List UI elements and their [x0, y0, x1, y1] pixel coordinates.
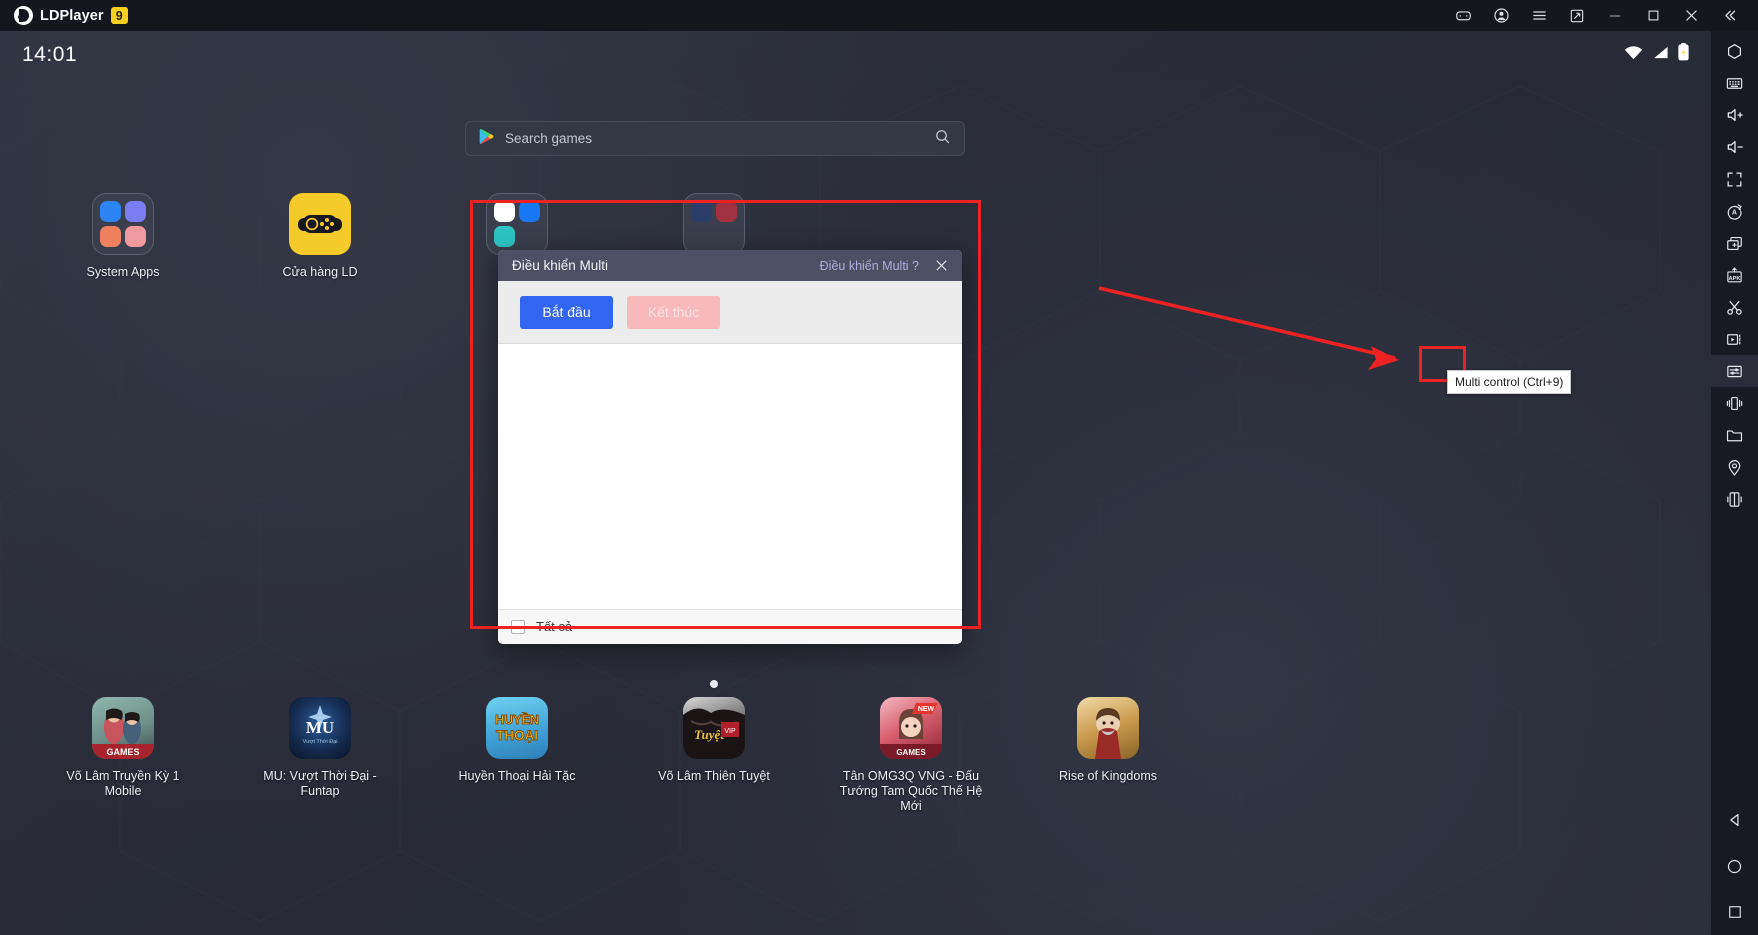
rok-icon — [1077, 697, 1139, 759]
desktop-icon-vltk1[interactable]: GAMES Võ Lâm Truyền Kỳ 1 Mobile — [48, 697, 198, 799]
nav-recents-button[interactable] — [1711, 889, 1758, 935]
desktop-icon-omg3q[interactable]: NEW GAMES Tân OMG3Q VNG - Đấu Tướng Tam … — [836, 697, 986, 814]
desktop-icon-system-apps[interactable]: System Apps — [48, 193, 198, 280]
svg-text:VIP: VIP — [724, 728, 736, 735]
dialog-help-link[interactable]: Điều khiển Multi ? — [820, 259, 919, 273]
app-brand: LDPlayer 9 — [0, 6, 128, 25]
desktop-icon-label: Tân OMG3Q VNG - Đấu Tướng Tam Quốc Thế H… — [839, 769, 983, 813]
games-folder-icon — [683, 193, 745, 255]
hexagon-icon[interactable] — [1711, 35, 1758, 67]
add-instance-icon[interactable] — [1711, 227, 1758, 259]
svg-text:APK: APK — [1728, 275, 1741, 281]
emulator-screen: 14:01 Search games System Apps Cửa hàng … — [0, 31, 1711, 935]
system-apps-folder-icon — [92, 193, 154, 255]
virtual-device-icon[interactable] — [1711, 483, 1758, 515]
nav-back-button[interactable] — [1711, 797, 1758, 843]
app-title: LDPlayer — [40, 7, 104, 24]
vltt-icon: Tuyệt VIP — [683, 697, 745, 759]
scissors-icon[interactable] — [1711, 291, 1758, 323]
desktop-icon-htht[interactable]: HUYỀN THOẠI Huyền Thoại Hải Tặc — [442, 697, 592, 784]
start-button[interactable]: Bắt đầu — [520, 295, 613, 329]
desktop-icon-vltt[interactable]: Tuyệt VIP Võ Lâm Thiên Tuyệt — [639, 697, 789, 784]
account-icon[interactable] — [1482, 0, 1520, 31]
title-bar-controls — [1444, 0, 1758, 31]
search-games-bar[interactable]: Search games — [465, 121, 965, 156]
multi-control-tooltip: Multi control (Ctrl+9) — [1447, 370, 1572, 394]
close-icon[interactable] — [1672, 0, 1710, 31]
desktop-icon-label: System Apps — [86, 265, 160, 279]
svg-text:Tuyệt: Tuyệt — [694, 727, 724, 742]
folder-icon[interactable] — [1711, 419, 1758, 451]
svg-text:THOẠI: THOẠI — [496, 728, 538, 743]
svg-text:NEW: NEW — [918, 706, 935, 713]
stop-button: Kết thúc — [627, 295, 720, 329]
ldplayer-logo-icon — [14, 6, 33, 25]
desktop-icon-mu[interactable]: MU Vượt Thời Đại MU: Vượt Thời Đại - Fun… — [245, 697, 395, 799]
desktop-icon-label: Huyền Thoại Hải Tặc — [458, 769, 576, 783]
desktop-icon-browsers-folder[interactable] — [442, 193, 592, 255]
select-all-label: Tất cả — [536, 619, 573, 634]
chrome-facebook-folder-icon — [486, 193, 548, 255]
menu-icon[interactable] — [1520, 0, 1558, 31]
location-icon[interactable] — [1711, 451, 1758, 483]
dialog-close-icon[interactable] — [929, 254, 953, 278]
desktop-icon-label: Võ Lâm Truyền Kỳ 1 Mobile — [66, 769, 180, 798]
shake-icon[interactable] — [1711, 387, 1758, 419]
multi-control-icon[interactable] — [1711, 355, 1758, 387]
desktop-icon-ld-store[interactable]: Cửa hàng LD — [245, 193, 395, 280]
dialog-title: Điều khiển Multi — [512, 258, 609, 273]
dialog-toolbar: Bắt đầu Kết thúc — [498, 281, 962, 344]
right-toolbar: A APK — [1711, 31, 1758, 935]
signal-icon — [1652, 45, 1669, 65]
status-clock: 14:01 — [22, 43, 78, 66]
desktop-icon-label: Rise of Kingdoms — [1059, 769, 1157, 783]
omg3q-icon: NEW GAMES — [880, 697, 942, 759]
version-badge: 9 — [110, 7, 128, 24]
multi-control-dialog: Điều khiển Multi Điều khiển Multi ? Bắt … — [498, 250, 962, 644]
search-icon[interactable] — [934, 128, 951, 150]
svg-text:MU: MU — [306, 718, 334, 737]
dialog-instance-list[interactable] — [498, 344, 962, 609]
title-bar: LDPlayer 9 — [0, 0, 1758, 31]
maximize-icon[interactable] — [1634, 0, 1672, 31]
htht-icon: HUYỀN THOẠI — [486, 697, 548, 759]
volume-up-icon[interactable] — [1711, 99, 1758, 131]
volume-down-icon[interactable] — [1711, 131, 1758, 163]
collapse-icon[interactable] — [1710, 0, 1748, 31]
svg-text:GAMES: GAMES — [896, 748, 926, 757]
minimize-icon[interactable] — [1596, 0, 1634, 31]
dialog-header: Điều khiển Multi Điều khiển Multi ? — [498, 250, 962, 281]
wifi-icon — [1624, 45, 1643, 65]
vltk1-icon: GAMES — [92, 697, 154, 759]
apk-install-icon[interactable]: APK — [1711, 259, 1758, 291]
battery-icon — [1678, 42, 1689, 66]
svg-text:HUYỀN: HUYỀN — [495, 712, 539, 727]
google-play-icon — [479, 128, 494, 150]
dialog-footer: Tất cả — [498, 609, 962, 643]
fullscreen-icon[interactable] — [1711, 163, 1758, 195]
auto-rotate-icon[interactable]: A — [1711, 195, 1758, 227]
desktop-icon-label: Cửa hàng LD — [282, 265, 358, 279]
gamepad-icon[interactable] — [1444, 0, 1482, 31]
svg-text:A: A — [1732, 208, 1737, 216]
mu-icon: MU Vượt Thời Đại — [289, 697, 351, 759]
svg-text:Vượt Thời Đại: Vượt Thời Đại — [303, 739, 338, 745]
nav-home-button[interactable] — [1711, 843, 1758, 889]
desktop-icon-label: Võ Lâm Thiên Tuyệt — [658, 769, 770, 783]
video-record-icon[interactable] — [1711, 323, 1758, 355]
resize-icon[interactable] — [1558, 0, 1596, 31]
desktop-icon-games-folder[interactable] — [639, 193, 789, 255]
desktop-icon-rok[interactable]: Rise of Kingdoms — [1033, 697, 1183, 784]
select-all-checkbox[interactable] — [511, 619, 525, 634]
status-icons — [1624, 42, 1689, 66]
search-input[interactable]: Search games — [505, 131, 592, 146]
ldplayer-window: LDPlayer 9 14:01 Search games System App… — [0, 0, 1758, 935]
svg-text:GAMES: GAMES — [106, 747, 139, 757]
keyboard-icon[interactable] — [1711, 67, 1758, 99]
ld-store-icon — [289, 193, 351, 255]
page-indicator-dot[interactable] — [710, 680, 718, 688]
desktop-icon-label: MU: Vượt Thời Đại - Funtap — [263, 769, 377, 798]
